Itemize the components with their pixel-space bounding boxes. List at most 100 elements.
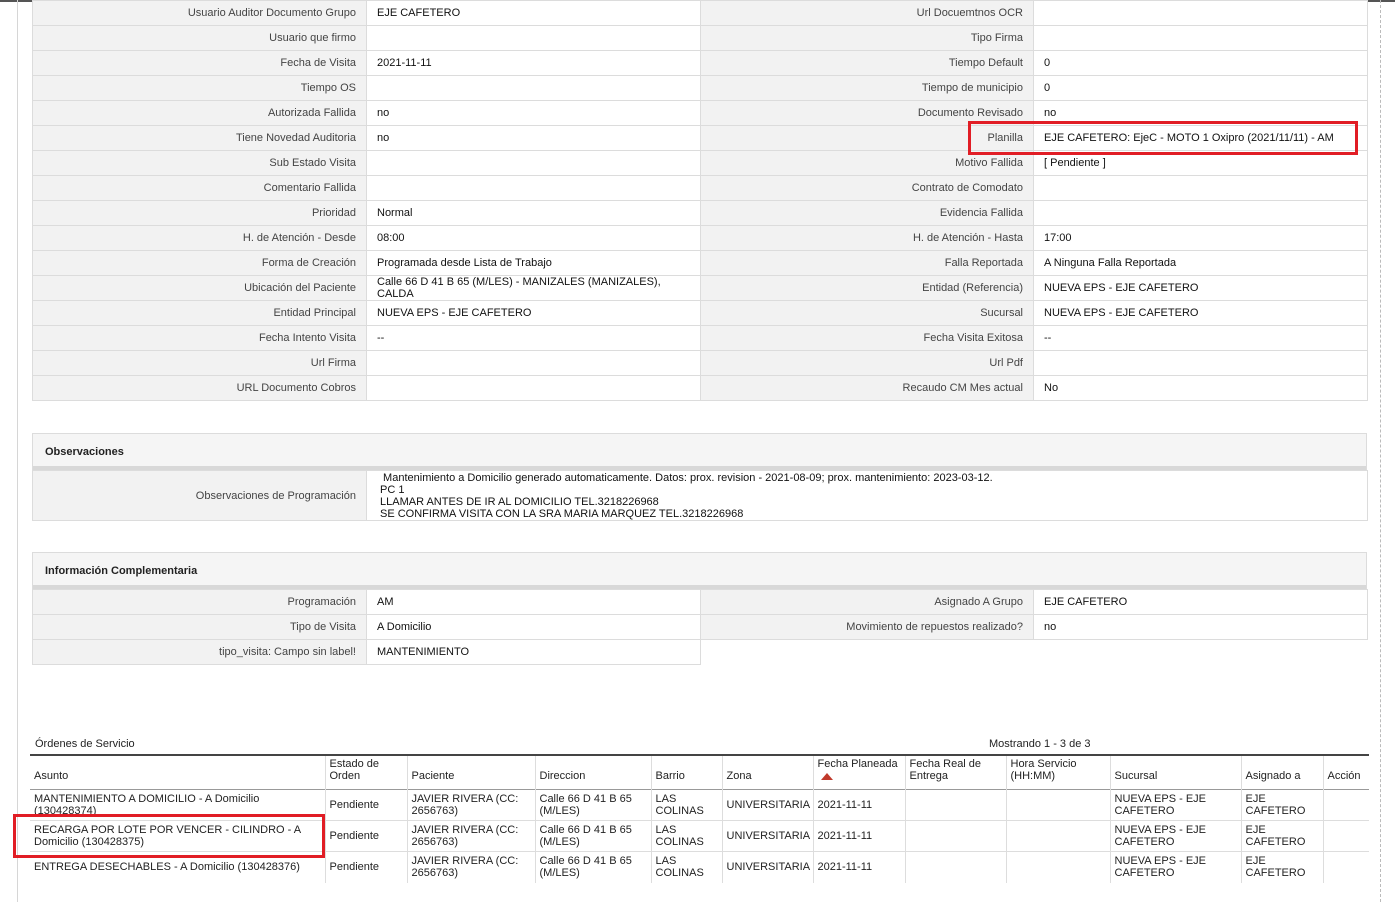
info-complementaria-section: Información Complementaria [32, 552, 1367, 589]
value-forma-de-creacion: Programada desde Lista de Trabajo [366, 250, 701, 276]
planilla-highlight-box [968, 121, 1358, 155]
cell-zona: UNIVERSITARIA [721, 851, 813, 883]
cell-accion[interactable] [1322, 789, 1369, 821]
column-header-zona[interactable]: Zona [721, 755, 813, 790]
column-header-sucursal[interactable]: Sucursal [1109, 755, 1241, 790]
sort-ascending-icon[interactable] [820, 773, 833, 780]
cell-hora-servicio-hh-mm [1005, 789, 1110, 821]
value-usuario-auditor-documento-grupo: EJE CAFETERO [366, 0, 701, 26]
cell-fecha-real-de-entrega [904, 851, 1006, 883]
column-header-hora-servicio-hh-mm[interactable]: Hora Servicio (HH:MM) [1005, 755, 1110, 790]
orders-count: Mostrando 1 - 3 de 3 [989, 738, 1091, 750]
cell-estado-de-orden: Pendiente [324, 789, 407, 821]
value-programacion: AM [366, 589, 701, 615]
value-fecha-intento-visita: -- [366, 325, 701, 351]
label-programacion: Programación [32, 589, 367, 615]
column-header-label: Asunto [34, 770, 69, 782]
value-h-de-atencion-hasta: 17:00 [1033, 225, 1368, 251]
value-usuario-que-firmo [366, 25, 701, 51]
column-header-estado-de-orden[interactable]: Estado de Orden [324, 755, 407, 790]
label-entidad-referencia: Entidad (Referencia) [700, 275, 1034, 301]
value-entidad-principal: NUEVA EPS - EJE CAFETERO [366, 300, 701, 326]
column-header-paciente[interactable]: Paciente [406, 755, 535, 790]
form-row: Comentario Fallida Contrato de Comodato [32, 175, 1368, 201]
column-header-label: Acción [1327, 770, 1361, 782]
value-h-de-atencion-desde: 08:00 [366, 225, 701, 251]
cell-accion[interactable] [1322, 820, 1369, 852]
value-fecha-de-visita: 2021-11-11 [366, 50, 701, 76]
form-row: Tiempo OS Tiempo de municipio 0 [32, 75, 1368, 101]
cell-fecha-planeada: 2021-11-11 [812, 789, 905, 821]
form-row: tipo_visita: Campo sin label! MANTENIMIEN… [32, 639, 1368, 665]
column-header-accion[interactable]: Acción [1322, 755, 1369, 790]
label-asignado-a-grupo: Asignado A Grupo [700, 589, 1034, 615]
value-autorizada-fallida: no [366, 100, 701, 126]
form-row: URL Documento Cobros Recaudo CM Mes actua… [32, 375, 1368, 401]
column-header-asunto[interactable]: Asunto [30, 755, 325, 790]
orders-header-row: Asunto Estado de Orden Paciente Direccion Ba… [30, 755, 1369, 790]
observaciones-title: Observaciones [33, 434, 1366, 470]
cell-asignado-a: EJE CAFETERO [1240, 851, 1323, 883]
value-contrato-de-comodato [1033, 175, 1368, 201]
cell-paciente: JAVIER RIVERA (CC: 2656763) [406, 851, 535, 883]
cell-zona: UNIVERSITARIA [721, 789, 813, 821]
form-row: Fecha de Visita 2021-11-11 Tiempo Default 0 [32, 50, 1368, 76]
cell-hora-servicio-hh-mm [1005, 820, 1110, 852]
label-tipo-de-visita: Tipo de Visita [32, 614, 367, 640]
column-header-barrio[interactable]: Barrio [650, 755, 722, 790]
order-highlight-box [13, 814, 325, 858]
label-fecha-de-visita: Fecha de Visita [32, 50, 367, 76]
value-tipo-visita-campo-sin-label: MANTENIMIENTO [366, 639, 701, 665]
label-tiene-novedad-auditoria: Tiene Novedad Auditoria [32, 125, 367, 151]
column-header-label: Zona [726, 770, 752, 782]
label-url-documento-cobros: URL Documento Cobros [32, 375, 367, 401]
value-sucursal: NUEVA EPS - EJE CAFETERO [1033, 300, 1368, 326]
label-h-de-atencion-desde: H. de Atención - Desde [32, 225, 367, 251]
value-evidencia-fallida [1033, 200, 1368, 226]
value-tiempo-de-municipio: 0 [1033, 75, 1368, 101]
cell-fecha-planeada: 2021-11-11 [812, 851, 905, 883]
value-movimiento-de-repuestos-realizado: no [1033, 614, 1368, 640]
cell-accion[interactable] [1322, 851, 1369, 883]
column-header-fecha-real-de-entrega[interactable]: Fecha Real de Entrega [904, 755, 1006, 790]
cell-sucursal: NUEVA EPS - EJE CAFETERO [1109, 820, 1241, 852]
column-header-label: Paciente [411, 770, 455, 782]
form-row: Usuario que firmo Tipo Firma [32, 25, 1368, 51]
cell-barrio: LAS COLINAS [650, 820, 722, 852]
value-fecha-visita-exitosa: -- [1033, 325, 1368, 351]
value-tiempo-default: 0 [1033, 50, 1368, 76]
cell-sucursal: NUEVA EPS - EJE CAFETERO [1109, 851, 1241, 883]
label-forma-de-creacion: Forma de Creación [32, 250, 367, 276]
cell-estado-de-orden: Pendiente [324, 820, 407, 852]
info-complementaria-table: Programación AM Asignado A Grupo EJE CAFETE… [32, 589, 1368, 665]
column-header-label: Barrio [655, 770, 685, 782]
info-complementaria-title: Información Complementaria [33, 553, 1366, 589]
cell-fecha-real-de-entrega [904, 820, 1006, 852]
label-fecha-visita-exitosa: Fecha Visita Exitosa [700, 325, 1034, 351]
column-header-direccion[interactable]: Direccion [534, 755, 651, 790]
value-tiempo-os [366, 75, 701, 101]
value-comentario-fallida [366, 175, 701, 201]
label-ubicacion-del-paciente: Ubicación del Paciente [32, 275, 367, 301]
label-entidad-principal: Entidad Principal [32, 300, 367, 326]
column-header-label: Fecha Real de Entrega [909, 758, 982, 782]
label-comentario-fallida: Comentario Fallida [32, 175, 367, 201]
cell-fecha-real-de-entrega [904, 789, 1006, 821]
label-evidencia-fallida: Evidencia Fallida [700, 200, 1034, 226]
visit-details-table: Usuario Auditor Documento Grupo EJE CAFET… [32, 0, 1368, 401]
column-header-label: Fecha Planeada [817, 758, 898, 770]
form-row: H. de Atención - Desde 08:00 H. de Atenció… [32, 225, 1368, 251]
cell-estado-de-orden: Pendiente [324, 851, 407, 883]
form-row: Entidad Principal NUEVA EPS - EJE CAFETER… [32, 300, 1368, 326]
observaciones-table: Observaciones de Programación Mantenimie… [32, 470, 1368, 521]
cell-barrio: LAS COLINAS [650, 851, 722, 883]
value-url-docuemtnos-ocr [1033, 0, 1368, 26]
column-header-fecha-planeada[interactable]: Fecha Planeada [812, 755, 905, 790]
form-row: Fecha Intento Visita -- Fecha Visita Exito… [32, 325, 1368, 351]
form-row: Url Firma Url Pdf [32, 350, 1368, 376]
cell-direccion: Calle 66 D 41 B 65 (M/LES) [534, 789, 651, 821]
label-recaudo-cm-mes-actual: Recaudo CM Mes actual [700, 375, 1034, 401]
column-header-asignado-a[interactable]: Asignado a [1240, 755, 1323, 790]
empty-cell [700, 639, 1034, 665]
value-tipo-de-visita: A Domicilio [366, 614, 701, 640]
